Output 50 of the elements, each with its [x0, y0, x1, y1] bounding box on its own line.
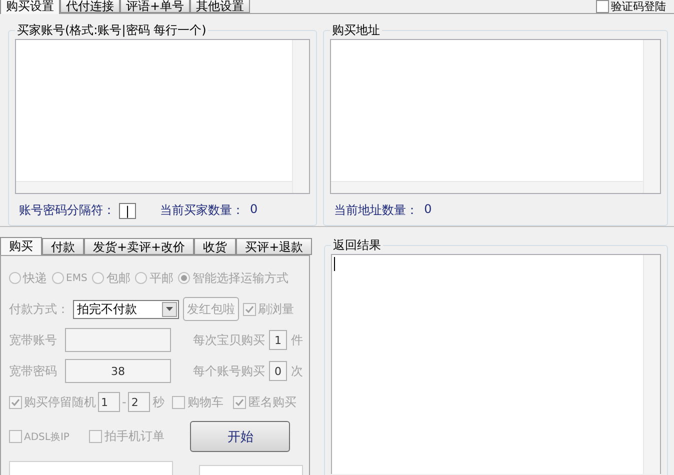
tab[interactable]: 购买设置: [0, 0, 60, 14]
group-title: 返回结果: [332, 237, 382, 254]
count-label: 当前地址数量：: [334, 202, 418, 219]
tab[interactable]: 付款: [42, 238, 84, 255]
tab[interactable]: 代付连接: [60, 0, 120, 13]
tab[interactable]: 评语+单号: [120, 0, 190, 13]
group-title: 买家账号(格式:账号|密码 每行一个): [16, 22, 208, 39]
payment-label: 付款方式：: [9, 300, 69, 318]
separator-field[interactable]: |: [119, 202, 136, 218]
scrollbar[interactable]: [643, 255, 660, 474]
caret-icon: [166, 307, 173, 311]
checkbox-label: 购物车: [187, 394, 224, 410]
checkbox-label: 拍手机订单: [104, 428, 164, 445]
tab[interactable]: 收货: [194, 238, 236, 255]
scrollbar[interactable]: [292, 40, 310, 193]
tab[interactable]: 发货+卖评+改价: [84, 238, 194, 255]
count-value: 0: [250, 202, 258, 218]
start-button[interactable]: 开始: [190, 421, 290, 452]
checkbox-label: 验证码登陆: [611, 0, 666, 13]
tab[interactable]: 购买: [0, 237, 42, 256]
result-textarea[interactable]: [331, 254, 661, 474]
tab[interactable]: 买评+退款: [236, 238, 312, 255]
account-textarea[interactable]: [15, 39, 310, 194]
count-value: 0: [424, 202, 432, 218]
range-separator: -: [122, 395, 126, 409]
unit-label: 件: [291, 332, 303, 348]
group-title: 购买地址: [331, 22, 382, 39]
scrollbar[interactable]: [643, 40, 660, 193]
checkbox-label: 刷浏量: [258, 300, 294, 318]
radio-label: 快递: [23, 270, 47, 286]
separator-label: 账号密码分隔符：: [19, 202, 115, 219]
radio-label: EMS: [66, 272, 88, 284]
scrollbar[interactable]: [16, 181, 292, 193]
count-label: 当前买家数量：: [160, 202, 244, 219]
unit-label: 次: [291, 362, 303, 380]
unit-label: 秒: [152, 394, 164, 410]
checkbox-label: 匿名购买: [248, 394, 296, 410]
checkbox[interactable]: 验证码登陆: [596, 0, 666, 13]
checkbox-label: 购买停留随机: [24, 394, 96, 410]
checkbox-label: ADSL换IP: [24, 430, 70, 444]
field-label: 每次宝贝购买: [193, 332, 265, 348]
radio-label: 包邮: [106, 270, 130, 286]
field-label: 每个账号购买: [193, 362, 265, 380]
radio-label: 平邮: [149, 270, 174, 286]
field-label: 宽带账号: [9, 332, 58, 348]
address-textarea[interactable]: [330, 39, 661, 194]
broadband-account-field[interactable]: [65, 328, 171, 352]
tab[interactable]: 其他设置: [190, 0, 250, 13]
field-label: 宽带密码: [9, 362, 58, 380]
scrollbar[interactable]: [331, 181, 643, 193]
